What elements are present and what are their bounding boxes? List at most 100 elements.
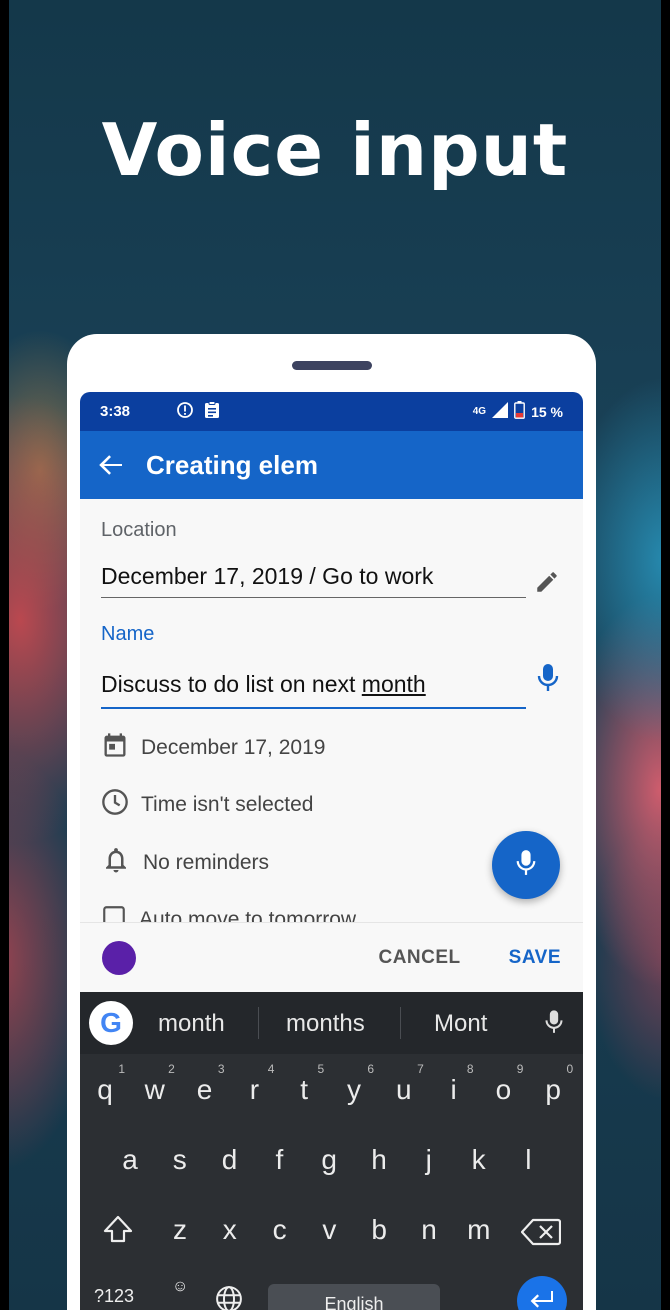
left-border [0, 0, 9, 1310]
headline: Voice input [101, 108, 569, 192]
key-m[interactable]: m [459, 1214, 499, 1246]
key-hint: 9 [516, 1062, 524, 1076]
key-label: g [321, 1144, 337, 1175]
key-hint: 6 [367, 1062, 374, 1076]
key-label: j [425, 1144, 432, 1175]
key-c[interactable]: c [260, 1214, 300, 1246]
key-a[interactable]: a [110, 1144, 150, 1176]
color-picker[interactable] [102, 940, 136, 975]
name-field[interactable]: Discuss to do list on next month [101, 661, 526, 709]
key-label: i [450, 1074, 457, 1105]
key-i[interactable]: i8 [434, 1062, 473, 1106]
clipboard-icon [204, 400, 220, 423]
key-label: l [525, 1144, 532, 1175]
mic-icon [515, 849, 537, 882]
google-icon[interactable]: G [89, 1001, 133, 1045]
voice-input-fab[interactable] [492, 831, 560, 899]
key-label: e [196, 1074, 213, 1105]
key-label: k [471, 1144, 486, 1175]
suggestion-2[interactable]: months [286, 1010, 365, 1038]
key-label: s [172, 1144, 187, 1175]
key-w[interactable]: w2 [135, 1062, 175, 1106]
keyboard-mic-icon[interactable] [544, 1008, 564, 1041]
key-j[interactable]: j [409, 1144, 449, 1176]
page-title: Creating elem [146, 449, 318, 480]
key-f[interactable]: f [259, 1144, 299, 1176]
date-text: December 17, 2019 [141, 736, 326, 759]
backspace-icon[interactable] [520, 1218, 562, 1251]
key-h[interactable]: h [359, 1144, 399, 1176]
app-bar: Creating elem [80, 431, 583, 499]
calendar-icon [101, 731, 129, 765]
space-key[interactable]: English [268, 1284, 440, 1310]
key-r[interactable]: r4 [234, 1062, 275, 1106]
key-label: r [249, 1074, 260, 1105]
key-b[interactable]: b [359, 1214, 399, 1246]
key-label: p [545, 1074, 561, 1105]
globe-icon[interactable] [214, 1284, 244, 1310]
suggestion-3[interactable]: Mont [434, 1010, 487, 1038]
key-q[interactable]: q1 [85, 1062, 125, 1106]
phone-screen: 3:38 4G 15 % Creating elem Location Dece… [80, 392, 583, 1310]
key-k[interactable]: k [459, 1144, 499, 1176]
key-n[interactable]: n [409, 1214, 449, 1246]
key-y[interactable]: y6 [334, 1062, 374, 1106]
name-mic-icon[interactable] [536, 663, 560, 698]
key-hint: 4 [267, 1062, 275, 1076]
key-x[interactable]: x [210, 1214, 250, 1246]
symbols-key[interactable]: ?123 [94, 1286, 134, 1307]
key-t[interactable]: t5 [284, 1062, 324, 1106]
key-o[interactable]: o9 [483, 1062, 524, 1106]
key-label: w [144, 1074, 165, 1105]
key-u[interactable]: u7 [384, 1062, 424, 1106]
save-button[interactable]: SAVE [509, 947, 561, 969]
key-label: o [495, 1074, 512, 1105]
signal-icon [492, 402, 509, 421]
key-e[interactable]: e3 [185, 1062, 225, 1106]
battery-percent: 15 % [531, 403, 563, 420]
key-label: n [421, 1214, 437, 1245]
key-label: x [222, 1214, 237, 1245]
bell-icon [101, 845, 131, 881]
back-arrow-icon[interactable] [98, 452, 146, 478]
key-label: f [275, 1144, 284, 1175]
time-row[interactable]: Time isn't selected [101, 788, 313, 822]
name-text: Discuss to do list on next [101, 671, 362, 697]
key-z[interactable]: z [160, 1214, 200, 1246]
edit-pencil-icon[interactable] [534, 569, 560, 600]
shift-icon[interactable] [102, 1214, 134, 1249]
key-g[interactable]: g [309, 1144, 349, 1176]
keyboard: G month months Mont q1w2e3r4t5y6u7i8o9p0… [80, 992, 583, 1310]
suggestion-1[interactable]: month [158, 1010, 225, 1038]
key-hint: 5 [317, 1062, 325, 1076]
key-hint: 7 [417, 1062, 424, 1076]
key-label: a [122, 1144, 138, 1175]
phone-speaker [292, 361, 372, 370]
date-row[interactable]: December 17, 2019 [101, 731, 325, 765]
key-d[interactable]: d [210, 1144, 250, 1176]
key-hint: 2 [168, 1062, 175, 1076]
right-border [661, 0, 670, 1310]
key-l[interactable]: l [508, 1144, 548, 1176]
name-text-composing: month [361, 671, 426, 697]
reminder-row[interactable]: No reminders [101, 845, 269, 881]
key-s[interactable]: s [160, 1144, 200, 1176]
key-label: z [173, 1214, 187, 1245]
emoji-key[interactable]: ☺ [172, 1278, 188, 1296]
enter-key[interactable] [517, 1276, 567, 1310]
divider [400, 1007, 401, 1039]
enter-icon [529, 1289, 555, 1310]
location-field[interactable]: December 17, 2019 / Go to work [101, 554, 526, 598]
key-hint: 0 [566, 1062, 574, 1076]
network-label: 4G [472, 406, 487, 417]
alert-icon [176, 401, 194, 423]
divider [258, 1007, 259, 1039]
key-v[interactable]: v [309, 1214, 349, 1246]
key-label: y [347, 1074, 361, 1105]
cancel-button[interactable]: CANCEL [378, 947, 460, 969]
key-label: q [97, 1074, 113, 1105]
key-label: b [371, 1214, 387, 1245]
key-hint: 3 [217, 1062, 225, 1076]
key-p[interactable]: p0 [533, 1062, 573, 1106]
key-label: c [272, 1214, 287, 1245]
